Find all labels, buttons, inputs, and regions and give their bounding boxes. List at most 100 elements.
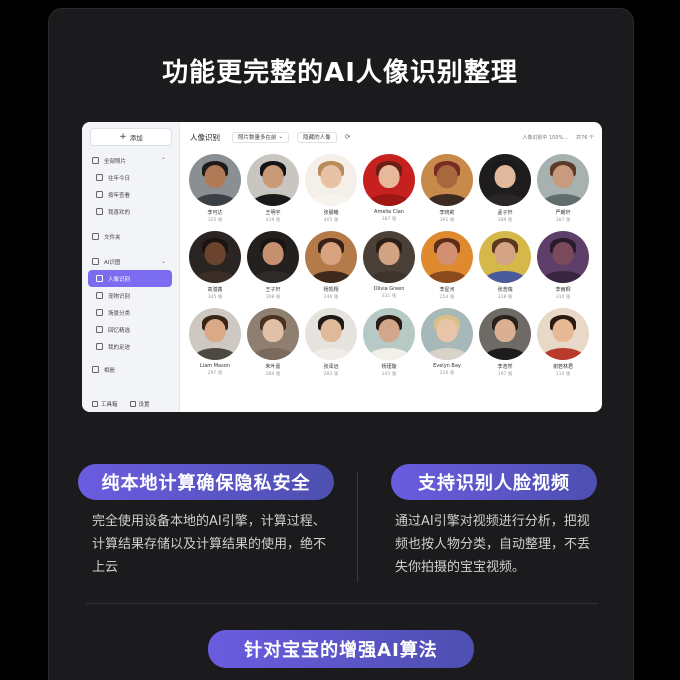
sidebar-item-label: 回忆精选	[108, 327, 131, 334]
person-name: 王明宇	[265, 210, 281, 216]
person-card[interactable]: 王明宇 419 张	[244, 154, 302, 223]
sidebar-item-scene-classification[interactable]: 场景分类	[82, 304, 180, 321]
avatar-face	[204, 165, 226, 189]
photo-count: 254 张	[439, 295, 455, 300]
avatar[interactable]	[479, 154, 531, 206]
person-card[interactable]: Amelia Clan 387 张	[360, 154, 418, 223]
person-card[interactable]: 张浩瑞 318 张	[476, 231, 534, 300]
photo-count: 405 张	[323, 218, 339, 223]
avatar[interactable]	[189, 154, 241, 206]
people-count: 共76 个	[576, 134, 594, 141]
avatar[interactable]	[305, 154, 357, 206]
avatar[interactable]	[247, 154, 299, 206]
toolbox-label: 工具箱	[101, 402, 118, 408]
person-card[interactable]: 张泽远 283 张	[302, 308, 360, 377]
person-icon	[96, 275, 103, 282]
sidebar-item-pet-recognition[interactable]: 宠物识别	[82, 287, 180, 304]
sidebar-item-memories[interactable]: 回忆精选	[82, 321, 180, 338]
person-card[interactable]: 杨凯翔 246 张	[302, 231, 360, 300]
person-card[interactable]: 李雨桐 310 张	[534, 231, 592, 300]
sidebar-item-footprints[interactable]: 我的足迹	[82, 338, 180, 355]
avatar-body	[367, 193, 411, 206]
avatar-face	[262, 319, 284, 343]
person-card[interactable]: 朱叶嘉 284 张	[244, 308, 302, 377]
avatar-body	[193, 347, 237, 360]
sidebar-item-folders[interactable]: 文件夹	[82, 228, 180, 245]
avatar[interactable]	[363, 231, 415, 283]
avatar[interactable]	[305, 231, 357, 283]
feature-text-local-privacy: 完全使用设备本地的AI引擎，计算过程、计算结果存储以及计算结果的使用，绝不上云	[92, 514, 327, 575]
toolbox-button[interactable]: 工具箱	[92, 400, 118, 408]
person-card[interactable]: 李晓莉 391 张	[418, 154, 476, 223]
sidebar-item-on-this-day[interactable]: 往年今日	[82, 169, 180, 186]
photo-count: 318 张	[497, 295, 513, 300]
avatar[interactable]	[537, 308, 589, 360]
sort-dropdown[interactable]: 照片数量多在前 ⌄	[232, 131, 290, 143]
avatar[interactable]	[537, 231, 589, 283]
photo-count: 325 张	[207, 218, 223, 223]
person-card[interactable]: 谢若林君 110 张	[534, 308, 592, 377]
avatar[interactable]	[421, 154, 473, 206]
sidebar-item-by-year[interactable]: 按年查看	[82, 186, 180, 203]
avatar-body	[541, 193, 585, 206]
sort-dropdown-label: 照片数量多在前	[238, 135, 277, 141]
feature-title-baby: 针对宝宝的增强AI算法	[208, 630, 474, 668]
sidebar-item-all-photos[interactable]: 全部照片 ⌃	[82, 152, 180, 169]
sidebar-item-albums[interactable]: 相册	[82, 361, 180, 378]
person-card[interactable]: 李星河 254 张	[418, 231, 476, 300]
person-name: 王子轩	[265, 287, 281, 293]
add-button[interactable]: + 添加	[90, 128, 172, 146]
calendar-icon	[96, 174, 103, 181]
toolbar: 人像识别 照片数量多在前 ⌄ 隐藏的人像 ⟳ 人像识别中 100%... 共76…	[190, 130, 594, 144]
avatar[interactable]	[479, 308, 531, 360]
photo-count: 241 张	[381, 372, 397, 377]
avatar[interactable]	[247, 231, 299, 283]
divider	[357, 472, 358, 582]
photo-count: 246 张	[323, 295, 339, 300]
headline: 功能更完整的AI人像识别整理	[162, 58, 518, 88]
sidebar-item-label: 按年查看	[108, 192, 131, 199]
avatar-face	[552, 242, 574, 266]
avatar-face	[204, 319, 226, 343]
person-name: 张浩瑞	[497, 287, 513, 293]
people-grid: 李可达 325 张 王明宇 419 张 张晨曦 405 张 Amelia Clan 387 张…	[186, 154, 592, 377]
person-card[interactable]: 李浩然 197 张	[476, 308, 534, 377]
sidebar-item-ai-recognition[interactable]: AI识图 ⌄	[82, 253, 180, 270]
album-icon	[92, 366, 99, 373]
person-card[interactable]: 张晨曦 405 张	[302, 154, 360, 223]
person-card[interactable]: 王子轩 308 张	[244, 231, 302, 300]
person-card[interactable]: Liam Mason 297 张	[186, 308, 244, 377]
avatar[interactable]	[537, 154, 589, 206]
avatar[interactable]	[479, 231, 531, 283]
avatar[interactable]	[247, 308, 299, 360]
avatar[interactable]	[363, 154, 415, 206]
chevron-up-icon[interactable]: ⌃	[161, 157, 166, 164]
avatar[interactable]	[421, 231, 473, 283]
chevron-down-icon[interactable]: ⌄	[161, 258, 166, 265]
sidebar-item-face-recognition[interactable]: 人像识别	[88, 270, 172, 287]
hidden-faces-button[interactable]: 隐藏的人像	[297, 131, 337, 143]
person-card[interactable]: Evelyn Bay 220 张	[418, 308, 476, 377]
feature-title-video: 支持识别人脸视频	[391, 464, 597, 500]
person-card[interactable]: Olivia Green 331 张	[360, 231, 418, 300]
wrench-icon	[92, 401, 98, 407]
person-name: 李雨桐	[555, 287, 571, 293]
person-card[interactable]: 高湛鑫 345 张	[186, 231, 244, 300]
sidebar-item-favorites[interactable]: 我喜欢的	[82, 203, 180, 220]
gear-icon	[129, 401, 136, 407]
avatar[interactable]	[363, 308, 415, 360]
avatar[interactable]	[421, 308, 473, 360]
person-card[interactable]: 李可达 325 张	[186, 154, 244, 223]
settings-button[interactable]: 设置	[129, 400, 150, 408]
person-name: 高湛鑫	[207, 287, 223, 293]
avatar-face	[494, 242, 516, 266]
avatar[interactable]	[189, 308, 241, 360]
person-card[interactable]: 严朗轩 387 张	[534, 154, 592, 223]
refresh-icon[interactable]: ⟳	[345, 133, 351, 141]
person-card[interactable]: 杨瑾璇 241 张	[360, 308, 418, 377]
settings-label: 设置	[138, 402, 150, 408]
avatar[interactable]	[189, 231, 241, 283]
person-card[interactable]: 孟子轩 389 张	[476, 154, 534, 223]
avatar[interactable]	[305, 308, 357, 360]
avatar-body	[251, 270, 295, 283]
